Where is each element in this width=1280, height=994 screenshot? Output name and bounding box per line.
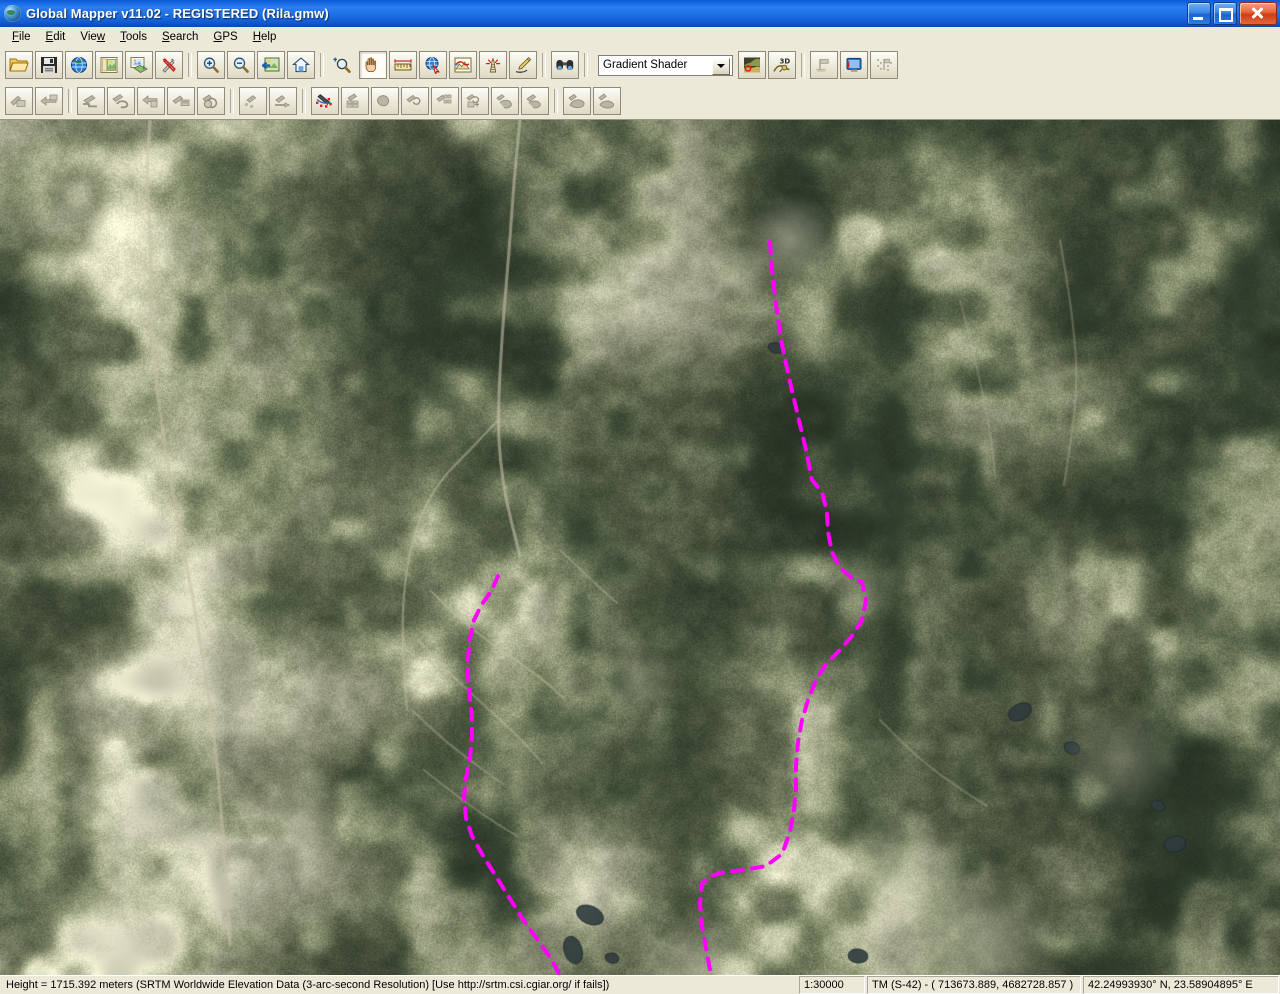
digitizer-crop-button[interactable] bbox=[269, 87, 297, 115]
toolbar-separator bbox=[554, 89, 558, 113]
digitizer-delete-button[interactable] bbox=[593, 87, 621, 115]
toolbar-separator bbox=[542, 53, 546, 77]
digitizer-tool-button[interactable] bbox=[509, 51, 537, 79]
svg-text:3D: 3D bbox=[780, 58, 791, 66]
view-3d-button[interactable]: 3D bbox=[768, 51, 796, 79]
status-projection[interactable]: TM (S-42) - ( 713673.889, 4682728.857 ) bbox=[867, 976, 1081, 994]
svg-text:i: i bbox=[847, 61, 850, 70]
window-controls bbox=[1187, 2, 1277, 25]
digitizer-copy-button[interactable] bbox=[521, 87, 549, 115]
open-file-button[interactable] bbox=[5, 51, 33, 79]
digitizer-texture-button[interactable] bbox=[461, 87, 489, 115]
toolbar-separator bbox=[320, 53, 324, 77]
digitizer-select-button[interactable] bbox=[5, 87, 33, 115]
menu-file[interactable]: File bbox=[5, 29, 39, 45]
shader-combo-value: Gradient Shader bbox=[603, 59, 688, 71]
digitizer-combine-button[interactable] bbox=[197, 87, 225, 115]
digitizer-smooth-button[interactable] bbox=[371, 87, 399, 115]
digitizer-create-line-button[interactable] bbox=[77, 87, 105, 115]
digitizer-edit-vertices-button[interactable] bbox=[311, 87, 339, 115]
map-catalog-button bbox=[810, 51, 838, 79]
menu-help[interactable]: Help bbox=[246, 29, 285, 45]
configure-button[interactable] bbox=[155, 51, 183, 79]
digitizer-offset-button[interactable] bbox=[563, 87, 591, 115]
full-view-button[interactable] bbox=[287, 51, 315, 79]
overlay-control-button[interactable] bbox=[95, 51, 123, 79]
status-scale[interactable]: 1:30000 bbox=[799, 976, 865, 994]
path-profile-button[interactable] bbox=[449, 51, 477, 79]
digitizer-buffer-button[interactable] bbox=[491, 87, 519, 115]
grid-tool-button bbox=[870, 51, 898, 79]
menu-view[interactable]: View bbox=[73, 29, 113, 45]
digitizer-create-point-button[interactable] bbox=[137, 87, 165, 115]
digitizer-create-area-button[interactable] bbox=[107, 87, 135, 115]
digitizer-rotate-button[interactable] bbox=[431, 87, 459, 115]
feature-info-button[interactable] bbox=[419, 51, 447, 79]
digitizer-stack-button[interactable] bbox=[341, 87, 369, 115]
digitizer-measure-area-button[interactable] bbox=[401, 87, 429, 115]
find-features-button[interactable] bbox=[551, 51, 579, 79]
map-imagery[interactable] bbox=[0, 120, 1280, 975]
menu-gps[interactable]: GPS bbox=[206, 29, 245, 45]
zoom-tool-button[interactable] bbox=[329, 51, 357, 79]
toolbar-separator bbox=[801, 53, 805, 77]
digitizer-split-button[interactable] bbox=[239, 87, 267, 115]
toolbar-separator bbox=[230, 89, 234, 113]
pan-tool-button[interactable] bbox=[359, 51, 387, 79]
toolbar-separator bbox=[584, 53, 588, 77]
globe-icon bbox=[4, 4, 21, 22]
status-bar: Height = 1715.392 meters (SRTM Worldwide… bbox=[0, 975, 1280, 994]
menu-search[interactable]: Search bbox=[155, 29, 206, 45]
measure-tool-button[interactable] bbox=[389, 51, 417, 79]
maximize-button[interactable] bbox=[1213, 2, 1237, 25]
toolbar-separator bbox=[302, 89, 306, 113]
menu-tools[interactable]: Tools bbox=[113, 29, 155, 45]
view-shed-button[interactable] bbox=[479, 51, 507, 79]
status-elevation: Height = 1715.392 meters (SRTM Worldwide… bbox=[6, 979, 610, 991]
zoom-to-layer-button[interactable] bbox=[257, 51, 285, 79]
shader-combo[interactable]: Gradient Shader bbox=[598, 54, 733, 76]
shader-options-button[interactable] bbox=[738, 51, 766, 79]
minimize-button[interactable] bbox=[1187, 2, 1211, 25]
toolbar-separator bbox=[68, 89, 72, 113]
close-button[interactable] bbox=[1239, 2, 1277, 25]
digitizer-move-button[interactable] bbox=[35, 87, 63, 115]
status-latlon[interactable]: 42.24993930° N, 23.58904895° E bbox=[1083, 976, 1279, 994]
title-bar: Global Mapper v11.02 - REGISTERED (Rila.… bbox=[0, 0, 1280, 27]
zoom-in-button[interactable] bbox=[197, 51, 225, 79]
main-toolbar: Gradient Shader 3D i bbox=[0, 47, 1280, 83]
chevron-down-icon[interactable] bbox=[712, 57, 730, 75]
toolbar-separator bbox=[188, 53, 192, 77]
window-title: Global Mapper v11.02 - REGISTERED (Rila.… bbox=[26, 5, 329, 21]
save-workspace-button[interactable] bbox=[35, 51, 63, 79]
digitizer-toolbar bbox=[0, 83, 1280, 119]
map-view[interactable] bbox=[0, 119, 1280, 975]
digitizer-create-range-button[interactable] bbox=[167, 87, 195, 115]
menu-edit[interactable]: Edit bbox=[39, 29, 74, 45]
menu-bar: File Edit View Tools Search GPS Help bbox=[0, 27, 1280, 47]
export-button[interactable] bbox=[125, 51, 153, 79]
zoom-out-button[interactable] bbox=[227, 51, 255, 79]
web-info-button[interactable]: i bbox=[840, 51, 868, 79]
download-imagery-button[interactable] bbox=[65, 51, 93, 79]
